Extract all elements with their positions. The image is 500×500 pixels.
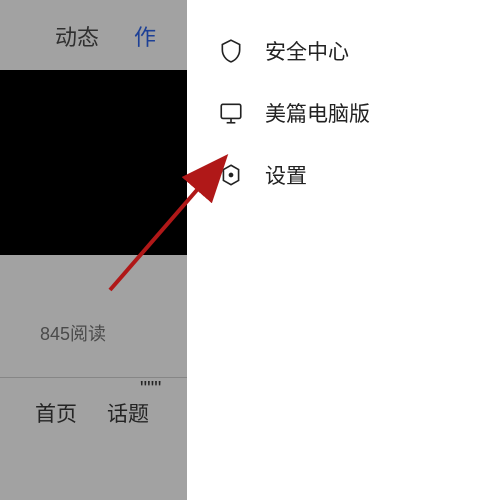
menu-item-label: 设置 [265, 160, 307, 190]
nav-home[interactable]: 首页 [35, 398, 77, 428]
menu-item-settings[interactable]: 设置 [187, 144, 500, 206]
menu-item-label: 安全中心 [265, 36, 349, 66]
content-thumbnail[interactable] [0, 70, 190, 255]
nav-topic[interactable]: 话题 [107, 398, 149, 428]
side-drawer: 安全中心 美篇电脑版 设置 [187, 0, 500, 500]
settings-icon [217, 161, 245, 189]
monitor-icon [217, 99, 245, 127]
tab-works[interactable]: 作 [134, 20, 156, 52]
shield-icon [217, 37, 245, 65]
menu-item-label: 美篇电脑版 [265, 98, 370, 128]
tab-dynamic[interactable]: 动态 [55, 20, 99, 52]
menu-item-desktop[interactable]: 美篇电脑版 [187, 82, 500, 144]
menu-item-security[interactable]: 安全中心 [187, 20, 500, 82]
read-count-label: 845阅读 [40, 320, 106, 346]
